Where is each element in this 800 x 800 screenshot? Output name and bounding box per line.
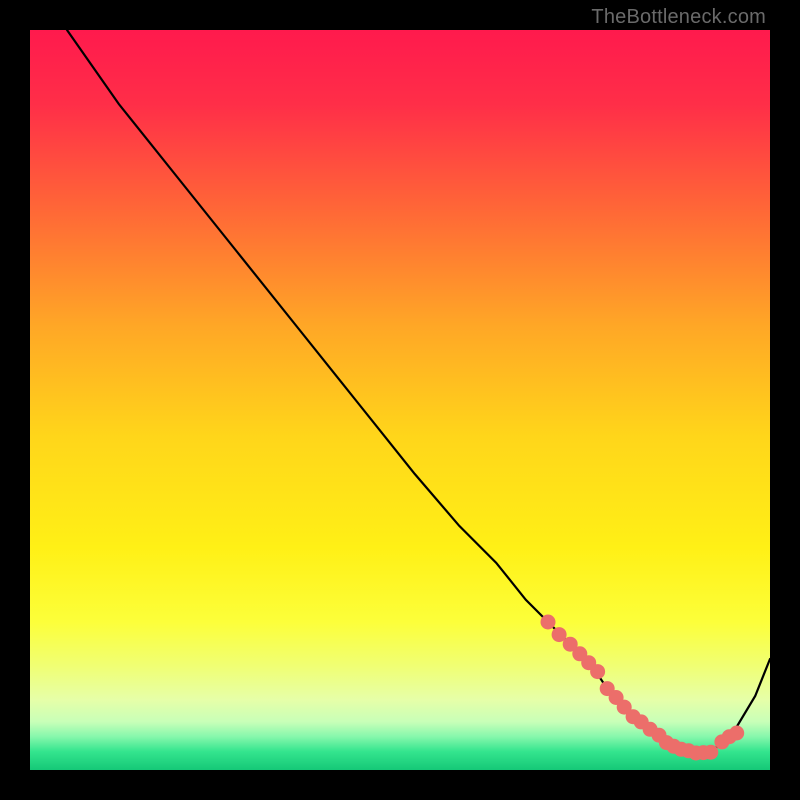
curve-marker: [541, 615, 556, 630]
curve-marker: [590, 664, 605, 679]
bottleneck-curve: [67, 30, 770, 753]
curve-marker: [703, 745, 718, 760]
curve-marker: [729, 726, 744, 741]
watermark-text: TheBottleneck.com: [591, 6, 766, 29]
curve-layer: [30, 30, 770, 770]
plot-frame: [30, 30, 770, 770]
marker-group: [541, 615, 745, 761]
